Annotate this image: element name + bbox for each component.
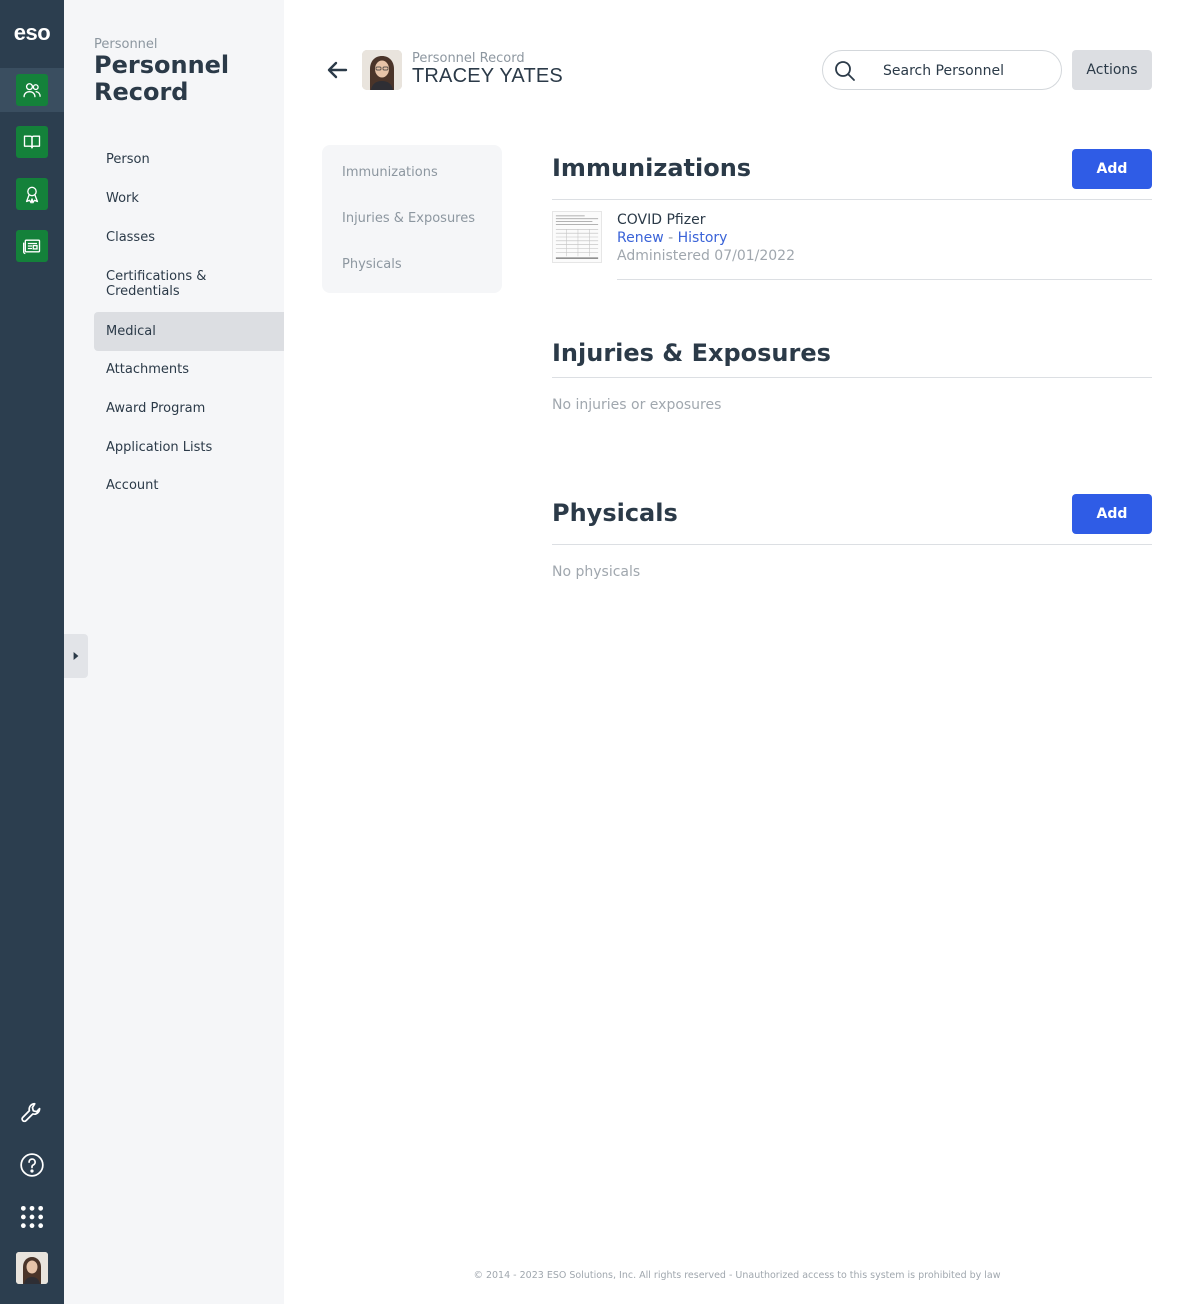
breadcrumb[interactable]: Personnel: [94, 37, 158, 52]
immunizations-heading: Immunizations: [552, 154, 752, 182]
search-icon: [835, 61, 855, 81]
physicals-heading: Physicals: [552, 499, 678, 527]
app-rail: eso: [0, 0, 64, 1304]
back-button[interactable]: [326, 58, 350, 82]
history-link[interactable]: History: [678, 230, 728, 246]
immunization-actions: Renew - History: [617, 230, 727, 246]
sidebar-item-application-lists[interactable]: Application Lists: [94, 440, 284, 455]
wrench-icon[interactable]: [16, 1097, 48, 1129]
sidebar-item-medical[interactable]: Medical: [94, 312, 284, 351]
sidebar-item-classes[interactable]: Classes: [94, 230, 284, 245]
injuries-empty-state: No injuries or exposures: [552, 397, 722, 413]
physicals-empty-state: No physicals: [552, 564, 641, 580]
copyright-footer: © 2014 - 2023 ESO Solutions, Inc. All ri…: [473, 1270, 1001, 1281]
search-input[interactable]: [883, 61, 1053, 81]
section-nav-physicals[interactable]: Physicals: [342, 257, 402, 272]
training-book-icon[interactable]: [16, 126, 48, 158]
sidebar-item-award-program[interactable]: Award Program: [94, 401, 284, 416]
award-ribbon-icon[interactable]: [16, 178, 48, 210]
actions-button[interactable]: Actions: [1072, 50, 1152, 90]
renew-link[interactable]: Renew: [617, 230, 664, 246]
person-avatar: [362, 50, 402, 90]
section-nav: Immunizations Injuries & Exposures Physi…: [322, 145, 502, 293]
personnel-app-icon[interactable]: [16, 74, 48, 106]
immunization-name: COVID Pfizer: [617, 212, 706, 228]
sidebar-item-person[interactable]: Person: [94, 152, 284, 167]
sidebar-item-certifications[interactable]: Certifications & Credentials: [94, 269, 214, 299]
administered-date: Administered 07/01/2022: [617, 248, 795, 264]
injuries-heading: Injuries & Exposures: [552, 339, 831, 367]
eso-logo: eso: [13, 20, 51, 45]
user-avatar[interactable]: [16, 1252, 48, 1284]
link-separator: -: [668, 230, 674, 246]
sidebar-item-attachments[interactable]: Attachments: [94, 362, 284, 377]
page-title: Personnel Record: [94, 51, 230, 106]
search-personnel: [822, 50, 1062, 90]
sidebar-item-work[interactable]: Work: [94, 191, 284, 206]
divider: [552, 199, 1152, 200]
divider: [552, 377, 1152, 378]
divider: [552, 544, 1152, 545]
section-nav-immunizations[interactable]: Immunizations: [342, 165, 438, 180]
help-icon[interactable]: [16, 1149, 48, 1181]
caret-right-icon: [73, 652, 79, 660]
expand-sidebar-button[interactable]: [64, 634, 88, 678]
person-name: TRACEY YATES: [412, 65, 563, 87]
sidebar-item-account[interactable]: Account: [94, 478, 284, 493]
record-subtitle: Personnel Record: [412, 51, 525, 66]
add-immunization-button[interactable]: Add: [1072, 149, 1152, 189]
section-nav-injuries[interactable]: Injuries & Exposures: [342, 211, 475, 226]
reports-icon[interactable]: [16, 230, 48, 262]
immunization-document-thumbnail[interactable]: [552, 211, 602, 263]
app-grid-icon[interactable]: [16, 1201, 48, 1233]
divider: [617, 279, 1152, 280]
add-physical-button[interactable]: Add: [1072, 494, 1152, 534]
section-sidebar: Personnel Personnel Record Person Work C…: [64, 0, 284, 1304]
arrow-left-icon: [327, 61, 348, 79]
